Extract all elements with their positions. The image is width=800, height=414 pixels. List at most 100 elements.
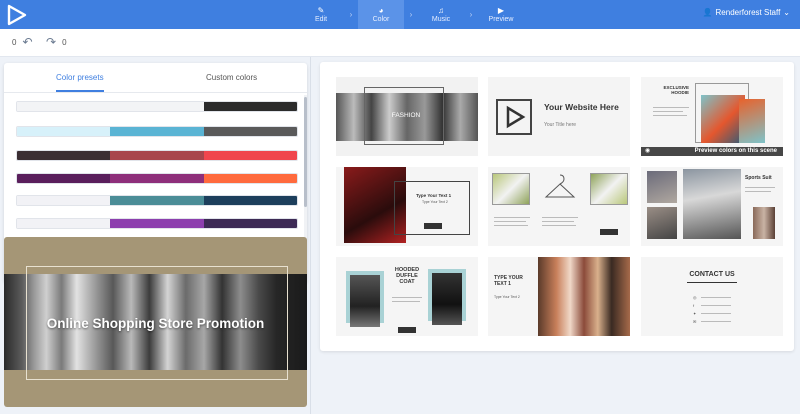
scene-photo — [492, 173, 530, 205]
divider — [687, 282, 737, 283]
color-swatch — [203, 196, 297, 205]
scene-title: TYPE YOUR TEXT 1 — [494, 275, 523, 287]
color-swatch — [110, 219, 204, 228]
color-swatch — [110, 102, 204, 111]
scene-photo — [753, 207, 775, 239]
step-color[interactable]: ◕ Color — [358, 0, 404, 29]
color-swatch — [203, 127, 297, 136]
chevron-right-icon: › — [469, 10, 473, 19]
music-note-icon: ♫ — [438, 6, 444, 15]
user-menu[interactable]: 👤 Renderforest Staff ⌄ — [703, 8, 790, 17]
scene-button — [600, 229, 618, 235]
chevron-right-icon: › — [349, 10, 353, 19]
chevron-down-icon: ⌄ — [783, 8, 790, 17]
tab-custom-colors[interactable]: Custom colors — [206, 73, 257, 82]
color-preset-row[interactable] — [16, 195, 298, 206]
scene-thumbnail[interactable]: HOODED DUFFLE COAT — [336, 257, 478, 336]
scene-thumbnail[interactable]: Your Website Here Your Title here — [488, 77, 630, 156]
undo-icon: ↶ — [22, 35, 33, 49]
scene-photo — [350, 275, 380, 327]
color-swatch — [17, 196, 111, 205]
color-preset-row[interactable] — [16, 150, 298, 161]
scene-button — [424, 223, 442, 229]
scene-title: HOODED DUFFLE COAT — [394, 267, 420, 285]
color-swatch — [203, 219, 297, 228]
pencil-icon: ✎ — [317, 6, 325, 15]
scene-thumbnail[interactable]: EXCLUSIVE HOODIE Preview colors on this … — [641, 77, 783, 156]
text-line — [494, 221, 526, 222]
color-preset-row[interactable] — [16, 218, 298, 229]
text-line — [653, 111, 683, 112]
wizard-steps: ✎ Edit › ◕ Color › ♫ Music › ▶ Preview — [298, 0, 524, 29]
text-line — [392, 297, 422, 298]
text-line — [701, 313, 731, 314]
step-edit[interactable]: ✎ Edit — [298, 0, 344, 29]
instagram-icon: ◎ — [693, 295, 697, 300]
text-line — [494, 217, 530, 218]
step-music[interactable]: ♫ Music — [418, 0, 464, 29]
scene-thumbnail[interactable]: Type Your Text 1 Type Your Text 2 — [336, 167, 478, 246]
scene-preview-overlay[interactable]: Preview colors on this scene — [641, 147, 783, 156]
color-preset-row[interactable] — [16, 126, 298, 137]
scene-subtitle: Your Title here — [544, 122, 577, 128]
text-line — [701, 321, 731, 322]
color-swatch — [110, 127, 204, 136]
play-icon: ▶ — [497, 6, 505, 15]
step-preview-label: Preview — [488, 16, 514, 23]
scene-title: EXCLUSIVE HOODIE — [663, 85, 689, 95]
history-bar: 0 ↶ ↷ 0 — [0, 29, 800, 57]
scene-photo — [538, 257, 630, 336]
color-preset-row[interactable] — [16, 101, 298, 112]
scene-photo — [647, 171, 677, 203]
preview-overlay-text: Preview colors on this scene — [694, 148, 777, 154]
scene-photo — [432, 273, 462, 325]
user-icon: 👤 — [702, 8, 713, 17]
renderforest-logo-icon[interactable] — [6, 4, 28, 26]
scene-photo — [683, 169, 741, 239]
scene-logo-box — [496, 99, 532, 135]
scene-thumbnail[interactable] — [488, 167, 630, 246]
scene-thumbnail[interactable]: TYPE YOUR TEXT 1 Type Your Text 2 — [488, 257, 630, 336]
scenes-grid: FASHION Your Website Here Your Title her… — [320, 62, 794, 351]
color-swatch — [110, 174, 204, 183]
text-line — [494, 225, 528, 226]
text-line — [745, 191, 771, 192]
color-tabs: Color presets Custom colors — [4, 63, 307, 93]
scene-thumbnail[interactable]: FASHION — [336, 77, 478, 156]
color-swatch — [17, 174, 111, 183]
email-icon: ✉ — [693, 319, 697, 324]
color-swatch — [17, 102, 111, 111]
redo-button[interactable]: ↷ 0 — [46, 35, 67, 49]
scene-subtitle: Type Your Text 2 — [494, 295, 520, 299]
step-preview[interactable]: ▶ Preview — [478, 0, 524, 29]
redo-icon: ↷ — [46, 35, 57, 49]
color-preset-row[interactable] — [16, 173, 298, 184]
chevron-right-icon: › — [409, 10, 413, 19]
scrollbar-thumb[interactable] — [304, 97, 307, 207]
color-swatch — [203, 151, 297, 160]
scene-thumbnail[interactable]: Sports Suit — [641, 167, 783, 246]
scene-photo — [647, 207, 677, 239]
scene-thumbnail[interactable]: CONTACT US ◎ f ✦ ✉ — [641, 257, 783, 336]
user-name: Renderforest Staff — [715, 8, 781, 17]
tab-color-presets[interactable]: Color presets — [56, 73, 104, 82]
scene-title: Sports Suit — [745, 175, 772, 181]
selected-scene-preview: Online Shopping Store Promotion — [4, 237, 307, 407]
facebook-icon: f — [693, 303, 695, 308]
text-line — [701, 297, 731, 298]
step-music-label: Music — [431, 16, 451, 23]
text-line — [653, 115, 687, 116]
scene-photo — [590, 173, 628, 205]
color-swatch — [17, 151, 111, 160]
color-swatch — [110, 151, 204, 160]
undo-button[interactable]: 0 ↶ — [12, 35, 33, 49]
scene-title: CONTACT US — [689, 271, 735, 278]
text-line — [392, 301, 420, 302]
color-swatch — [203, 174, 297, 183]
step-color-label: Color — [372, 16, 390, 23]
preview-title: Online Shopping Store Promotion — [46, 316, 265, 331]
top-bar: ✎ Edit › ◕ Color › ♫ Music › ▶ Preview 👤… — [0, 0, 800, 29]
text-line — [542, 225, 576, 226]
left-panel: Color presets Custom colors Online Shopp… — [0, 57, 311, 414]
scene-title: Your Website Here — [544, 102, 619, 112]
